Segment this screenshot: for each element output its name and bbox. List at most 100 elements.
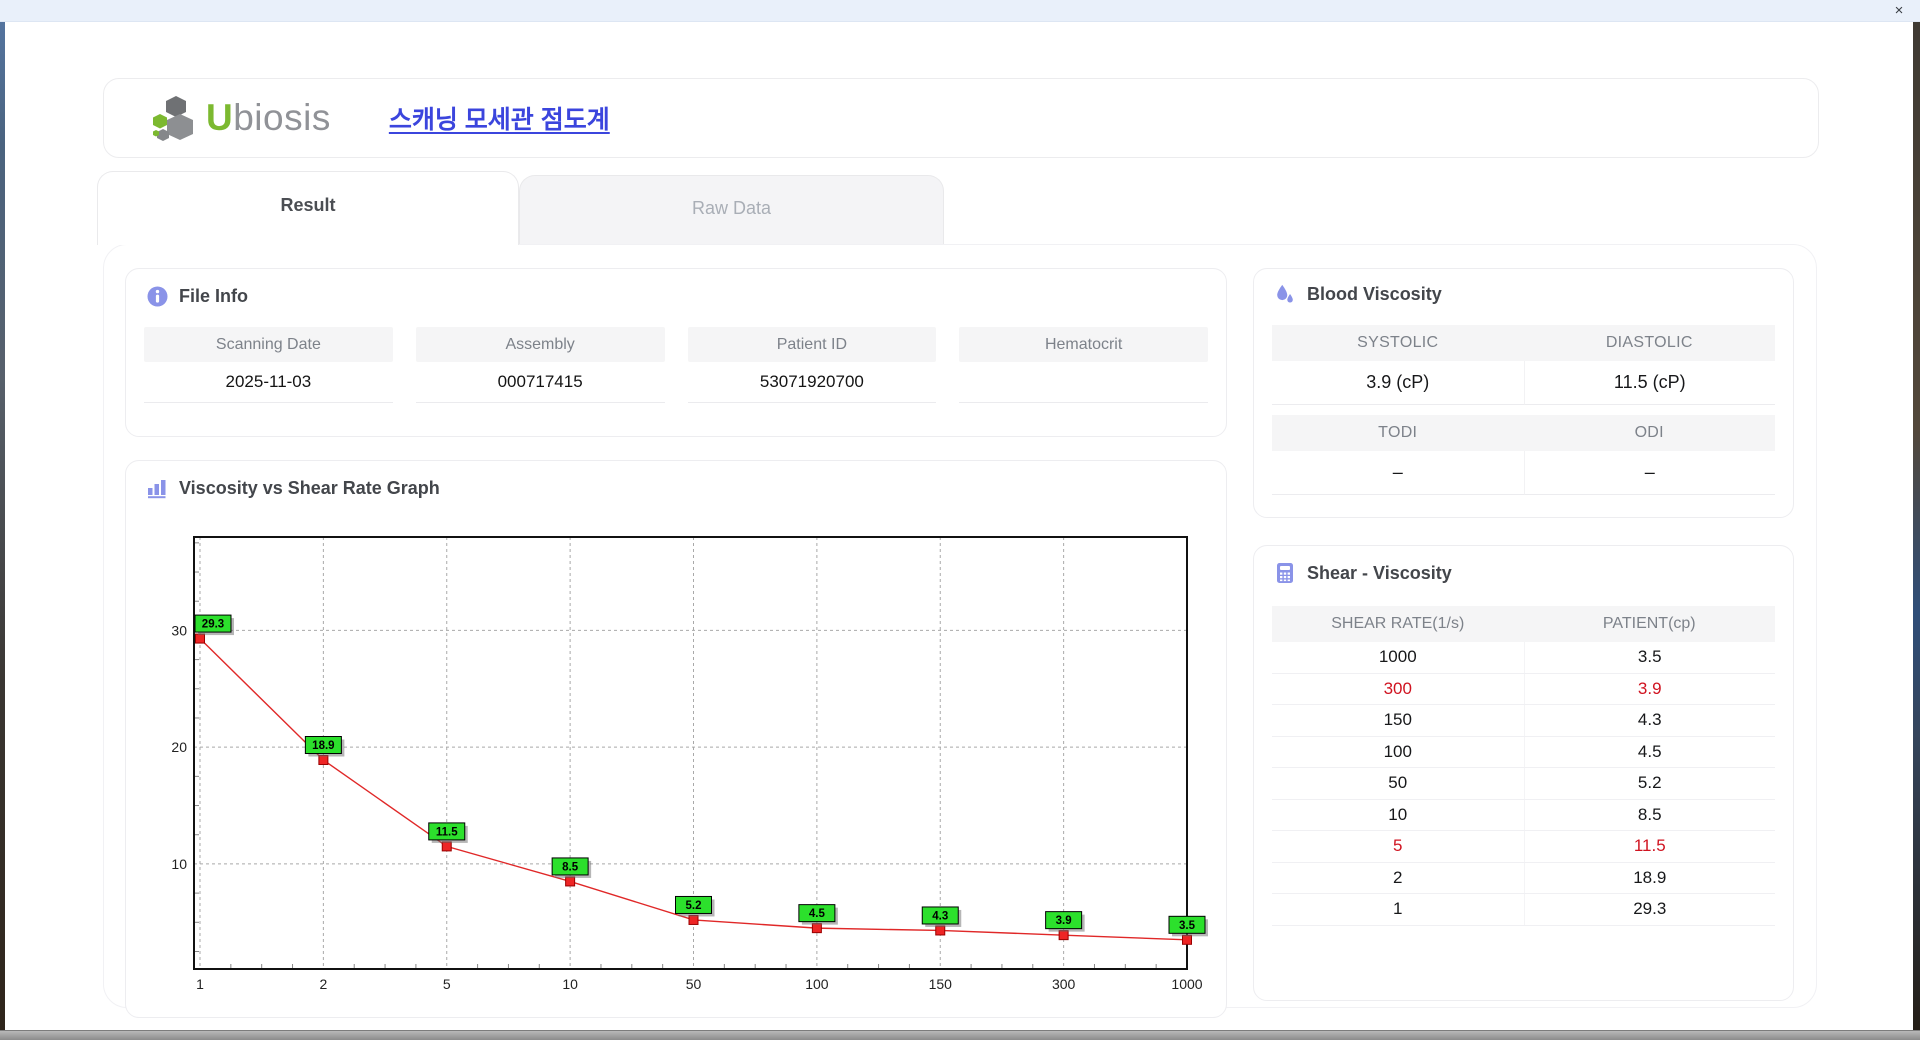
shear-rate-cell: 2 <box>1393 867 1403 887</box>
svg-text:100: 100 <box>805 976 829 992</box>
shear-table: SHEAR RATE(1/s) PATIENT(cp) 1000 3.5 300 3.… <box>1272 606 1775 926</box>
blood-viscosity-title: Blood Viscosity <box>1307 283 1442 304</box>
patient-cp-cell: 18.9 <box>1523 862 1776 893</box>
svg-text:300: 300 <box>1052 976 1076 992</box>
metric-label: ODI <box>1523 415 1775 451</box>
logo-wordmark: Ubiosis <box>206 97 331 138</box>
patient-cp-cell: 4.5 <box>1523 736 1776 767</box>
metric-value: – <box>1523 451 1775 495</box>
patient-cp-cell: 8.5 <box>1523 799 1776 830</box>
svg-text:1000: 1000 <box>1171 976 1202 992</box>
metric-label: DIASTOLIC <box>1523 325 1775 361</box>
droplets-icon <box>1274 283 1296 305</box>
desktop-edge-right <box>1913 22 1920 1040</box>
shear-table-row: 50 5.2 <box>1272 768 1775 800</box>
field-value: 2025-11-03 <box>144 362 393 403</box>
app-window: × Ubiosis 스캐닝 모세관 점도계 Result Raw Data Fi… <box>0 0 1920 1040</box>
field-label: Scanning Date <box>144 327 393 362</box>
blood-viscosity-card: Blood Viscosity SYSTOLIC DIASTOLIC 3.9 (cP… <box>1253 268 1794 518</box>
bar-chart-icon <box>146 477 168 499</box>
svg-text:8.5: 8.5 <box>562 861 579 873</box>
field-label: Assembly <box>415 327 665 362</box>
patient-cp-cell: 5.2 <box>1523 768 1776 799</box>
shear-table-row: 100 4.5 <box>1272 736 1776 768</box>
shear-rate-cell: 10 <box>1388 804 1408 824</box>
patient-cp-cell: 3.5 <box>1523 642 1776 673</box>
shear-table-row: 2 18.9 <box>1272 862 1776 894</box>
shear-rate-cell: 150 <box>1383 710 1412 730</box>
field-label: Hematocrit <box>959 327 1208 362</box>
file-info-field: Assembly 000717415 <box>415 327 665 403</box>
shear-rate-cell: 50 <box>1388 773 1408 793</box>
metric-value: – <box>1272 451 1524 495</box>
file-info-field: Scanning Date 2025-11-03 <box>144 327 393 403</box>
svg-text:5: 5 <box>443 976 451 992</box>
calculator-icon <box>1274 562 1296 584</box>
shear-rate-cell: 1 <box>1393 899 1403 919</box>
info-icon <box>146 285 168 307</box>
desktop-edge-left <box>0 22 5 1040</box>
metric-label: SYSTOLIC <box>1272 325 1524 361</box>
shear-table-row: 1000 3.5 <box>1272 642 1775 674</box>
file-info-card: File Info Scanning Date 2025-11-03 Assembl… <box>125 268 1227 437</box>
tab-result[interactable]: Result <box>97 171 519 245</box>
graph-title: Viscosity vs Shear Rate Graph <box>179 477 440 498</box>
shear-table-header: SHEAR RATE(1/s) PATIENT(cp) <box>1272 606 1775 642</box>
close-icon[interactable]: × <box>1890 2 1908 20</box>
shear-rate-cell: 5 <box>1393 836 1403 856</box>
window-bottom-edge <box>0 1030 1920 1040</box>
field-value: 000717415 <box>415 362 665 403</box>
window-titlebar: × <box>0 0 1920 22</box>
metric-value: 11.5 (cP) <box>1523 361 1775 405</box>
svg-text:2: 2 <box>319 976 327 992</box>
svg-text:10: 10 <box>171 856 187 872</box>
shear-table-row: 150 4.3 <box>1272 705 1775 737</box>
tab-raw-data[interactable]: Raw Data <box>519 175 944 244</box>
patient-cp-cell: 29.3 <box>1523 894 1776 925</box>
patient-col-header: PATIENT(cp) <box>1602 615 1696 632</box>
viscosity-graph-card: Viscosity vs Shear Rate Graph 10 20 30 1 2 5 1… <box>125 460 1227 1018</box>
svg-text:10: 10 <box>562 976 578 992</box>
shear-col-header: SHEAR RATE(1/s) <box>1331 615 1465 632</box>
svg-text:18.9: 18.9 <box>312 740 334 752</box>
shear-viscosity-title: Shear - Viscosity <box>1307 562 1452 583</box>
svg-text:20: 20 <box>171 739 187 755</box>
svg-text:30: 30 <box>171 622 187 638</box>
patient-cp-cell: 4.3 <box>1523 705 1776 736</box>
metric-label: TODI <box>1272 415 1524 451</box>
shear-rate-cell: 300 <box>1383 678 1412 698</box>
svg-text:29.3: 29.3 <box>202 619 224 631</box>
file-info-field: Hematocrit <box>959 327 1208 403</box>
file-info-fields: Scanning Date 2025-11-03 Assembly 000717415… <box>144 327 1208 403</box>
svg-text:3.9: 3.9 <box>1056 915 1072 927</box>
svg-text:4.3: 4.3 <box>932 910 948 922</box>
svg-text:5.2: 5.2 <box>686 900 702 912</box>
field-value: 53071920700 <box>687 362 937 403</box>
shear-rate-cell: 100 <box>1383 741 1412 761</box>
shear-rate-cell: 1000 <box>1378 647 1417 667</box>
shear-table-row: 10 8.5 <box>1272 799 1776 831</box>
file-info-field: Patient ID 53071920700 <box>687 327 937 403</box>
shear-table-row: 300 3.9 <box>1272 673 1776 705</box>
patient-cp-cell: 3.9 <box>1523 673 1776 704</box>
patient-cp-cell: 11.5 <box>1523 831 1776 862</box>
field-label: Patient ID <box>687 327 937 362</box>
shear-table-row: 1 29.3 <box>1272 894 1775 926</box>
file-info-title: File Info <box>179 285 248 306</box>
viscosity-chart: 10 20 30 1 2 5 10 50 100 150 300 1000 29.3 18.9 11.5 8.… <box>146 519 1208 999</box>
shear-table-row: 5 11.5 <box>1272 831 1775 863</box>
svg-text:11.5: 11.5 <box>436 826 458 838</box>
hexagon-cluster-logo-icon <box>150 92 202 144</box>
shear-viscosity-card: Shear - Viscosity SHEAR RATE(1/s) PATIEN… <box>1253 545 1794 1001</box>
svg-text:50: 50 <box>686 976 702 992</box>
field-value <box>959 362 1208 403</box>
blood-viscosity-table: SYSTOLIC DIASTOLIC 3.9 (cP) 11.5 (cP) TODI OD… <box>1272 325 1775 495</box>
app-header: Ubiosis 스캐닝 모세관 점도계 <box>103 78 1819 158</box>
svg-text:1: 1 <box>196 976 204 992</box>
svg-text:150: 150 <box>929 976 953 992</box>
ubiosis-logo: Ubiosis <box>150 92 331 144</box>
svg-text:3.5: 3.5 <box>1179 920 1196 932</box>
metric-value: 3.9 (cP) <box>1272 361 1524 405</box>
svg-text:4.5: 4.5 <box>809 908 826 920</box>
app-title-korean: 스캐닝 모세관 점도계 <box>388 106 610 134</box>
